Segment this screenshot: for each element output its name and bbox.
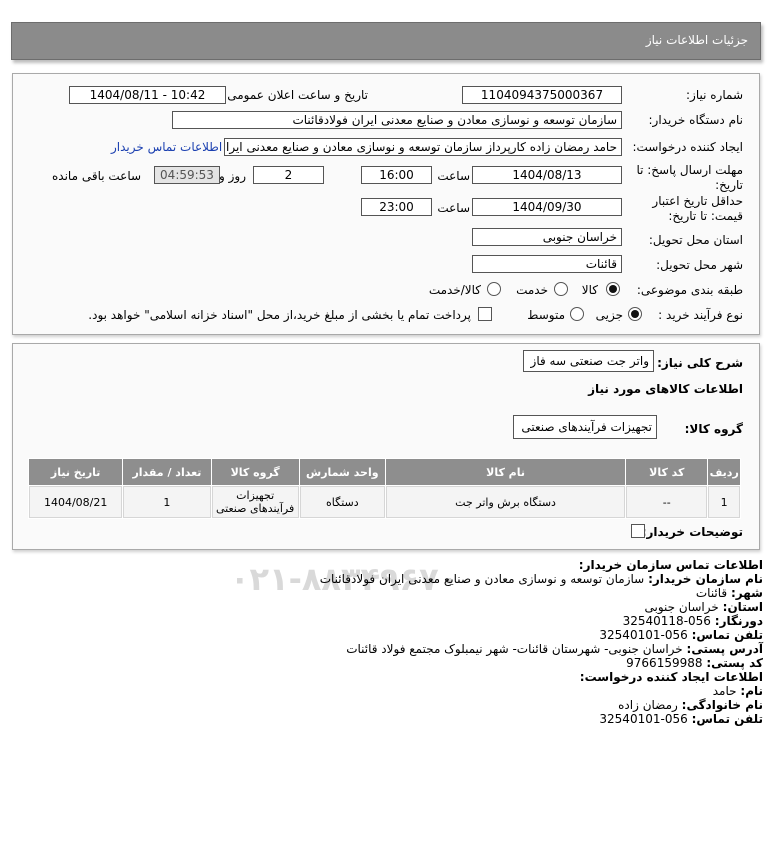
- process-medium-radio[interactable]: [570, 307, 584, 321]
- deadline-time-label: ساعت: [437, 169, 470, 183]
- cell-need-date: 1404/08/21: [29, 486, 123, 518]
- cell-unit: دستگاه: [299, 486, 385, 518]
- col-need-date: تاریخ نیاز: [29, 459, 123, 485]
- postal-value: 9766159988: [626, 656, 703, 670]
- buyer-org-field: سازمان توسعه و نوسازی معادن و صنایع معدن…: [172, 111, 622, 129]
- process-type-label: نوع فرآیند خرید :: [658, 308, 743, 322]
- col-quantity: تعداد / مقدار: [123, 459, 211, 485]
- col-row-number: ردیف: [708, 459, 740, 485]
- category-service-radio[interactable]: [554, 282, 568, 296]
- category-goods-radio[interactable]: [606, 282, 620, 296]
- creator-phone-label: تلفن تماس:: [691, 712, 763, 726]
- col-goods-group: گروه کالا: [211, 459, 299, 485]
- creator-phone-value: 056-32540101: [599, 712, 688, 726]
- last-name-line: نام خانوادگی: رمضان زاده: [618, 698, 763, 712]
- province-line: استان: خراسان جنوبی: [645, 600, 763, 614]
- treasury-payment-checkbox[interactable]: [478, 307, 492, 321]
- fax-line: دورنگار: 056-32540118: [623, 614, 763, 628]
- province-field: خراسان جنوبی: [472, 228, 622, 246]
- process-medium-label: متوسط: [527, 308, 565, 322]
- category-goods-service-label: کالا/خدمت: [428, 283, 481, 297]
- province-label: استان محل تحویل:: [648, 233, 743, 247]
- announce-datetime-label: تاریخ و ساعت اعلان عمومی:: [223, 88, 368, 102]
- goods-table: ردیف کد کالا نام کالا واحد شمارش گروه کا…: [28, 458, 741, 519]
- creator-field: حامد رمضان زاده کارپرداز سازمان توسعه و …: [224, 138, 622, 156]
- remaining-time-field: 04:59:53: [154, 166, 220, 184]
- deadline-time-field: 16:00: [361, 166, 432, 184]
- goods-table-header: ردیف کد کالا نام کالا واحد شمارش گروه کا…: [29, 459, 740, 485]
- creator-contact-heading: اطلاعات ایجاد کننده درخواست:: [579, 670, 763, 684]
- contact-province-value: خراسان جنوبی: [644, 600, 719, 614]
- org-name-line: نام سازمان خریدار: سازمان توسعه و نوسازی…: [320, 572, 763, 586]
- phone-line: تلفن تماس: 056-32540101: [599, 628, 763, 642]
- first-name-value: حامد: [712, 684, 737, 698]
- table-row: 1 -- دستگاه برش واتر جت دستگاه تجهیزات ف…: [29, 486, 740, 518]
- page-title: جزئیات اطلاعات نیاز: [645, 33, 748, 47]
- process-minor-radio[interactable]: [628, 307, 642, 321]
- validity-date-field: 1404/09/30: [472, 198, 622, 216]
- phone-value: 056-32540101: [599, 628, 688, 642]
- last-name-value: رمضان زاده: [618, 698, 678, 712]
- creator-label: ایجاد کننده درخواست:: [632, 140, 743, 154]
- category-goods-label: کالا: [581, 283, 598, 297]
- city-label: شهر محل تحویل:: [656, 258, 743, 272]
- category-service-label: خدمت: [516, 283, 548, 297]
- contact-city-value: قائنات: [695, 586, 728, 600]
- org-name-label: نام سازمان خریدار:: [648, 572, 763, 586]
- creator-phone-line: تلفن تماس: 056-32540101: [599, 712, 763, 726]
- category-goods-service-radio[interactable]: [487, 282, 501, 296]
- buyer-notes-label: توضیحات خریدار:: [641, 525, 743, 539]
- contact-city-label: شهر:: [731, 586, 763, 600]
- page-header: جزئیات اطلاعات نیاز: [11, 22, 761, 60]
- cell-goods-name: دستگاه برش واتر جت: [385, 486, 626, 518]
- cell-goods-code: --: [626, 486, 708, 518]
- address-label: آدرس پستی:: [686, 642, 763, 656]
- goods-group-field: تجهیزات فرآیندهای صنعتی: [513, 415, 657, 439]
- address-value: خراسان جنوبی- شهرستان قائنات- شهر نیمبلو…: [346, 642, 683, 656]
- org-name-value: سازمان توسعه و نوسازی معادن و صنایع معدن…: [319, 572, 645, 586]
- first-name-line: نام: حامد: [713, 684, 763, 698]
- need-summary-field: واتر جت صنعتی سه فاز: [523, 350, 654, 372]
- fax-value: 056-32540118: [622, 614, 711, 628]
- buyer-contact-link[interactable]: اطلاعات تماس خریدار: [111, 140, 222, 154]
- validity-time-label: ساعت: [437, 201, 470, 215]
- org-contact-heading: اطلاعات تماس سازمان خریدار:: [578, 558, 763, 572]
- phone-label: تلفن تماس:: [691, 628, 763, 642]
- remaining-time-label: ساعت باقی مانده: [52, 169, 142, 183]
- deadline-date-field: 1404/08/13: [472, 166, 622, 184]
- postal-line: کد پستی: 9766159988: [626, 656, 763, 670]
- last-name-label: نام خانوادگی:: [681, 698, 763, 712]
- goods-info-heading: اطلاعات کالاهای مورد نیاز: [588, 382, 743, 396]
- category-label: طبقه بندی موضوعی:: [636, 283, 743, 297]
- process-minor-label: جزیی: [595, 308, 623, 322]
- buyer-org-label: نام دستگاه خریدار:: [648, 113, 744, 127]
- cell-row-number: 1: [708, 486, 740, 518]
- days-label: روز و: [219, 169, 246, 183]
- col-goods-name: نام کالا: [385, 459, 626, 485]
- postal-label: کد پستی:: [706, 656, 763, 670]
- announce-datetime-field: 1404/08/11 - 10:42: [69, 86, 226, 104]
- cell-goods-group: تجهیزات فرآیندهای صنعتی: [211, 486, 299, 518]
- treasury-payment-note: پرداخت تمام یا بخشی از مبلغ خرید،از محل …: [88, 308, 471, 322]
- deadline-label: مهلت ارسال پاسخ: تا تاریخ:: [636, 163, 743, 192]
- address-line: آدرس پستی: خراسان جنوبی- شهرستان قائنات-…: [346, 642, 763, 656]
- need-number-label: شماره نیاز:: [686, 88, 743, 102]
- first-name-label: نام:: [740, 684, 763, 698]
- validity-label: حداقل تاریخ اعتبار قیمت: تا تاریخ:: [652, 194, 743, 223]
- need-summary-label: شرح کلی نیاز:: [657, 356, 743, 370]
- validity-time-field: 23:00: [361, 198, 432, 216]
- goods-group-label: گروه کالا:: [684, 422, 743, 436]
- cell-quantity: 1: [123, 486, 211, 518]
- city-field: قائنات: [472, 255, 622, 273]
- col-unit: واحد شمارش: [299, 459, 385, 485]
- days-field: 2: [253, 166, 324, 184]
- contact-province-label: استان:: [722, 600, 763, 614]
- city-line: شهر: قائنات: [696, 586, 763, 600]
- col-goods-code: کد کالا: [626, 459, 708, 485]
- buyer-notes-checkbox[interactable]: [631, 524, 645, 538]
- need-number-field: 1104094375000367: [462, 86, 622, 104]
- fax-label: دورنگار:: [714, 614, 763, 628]
